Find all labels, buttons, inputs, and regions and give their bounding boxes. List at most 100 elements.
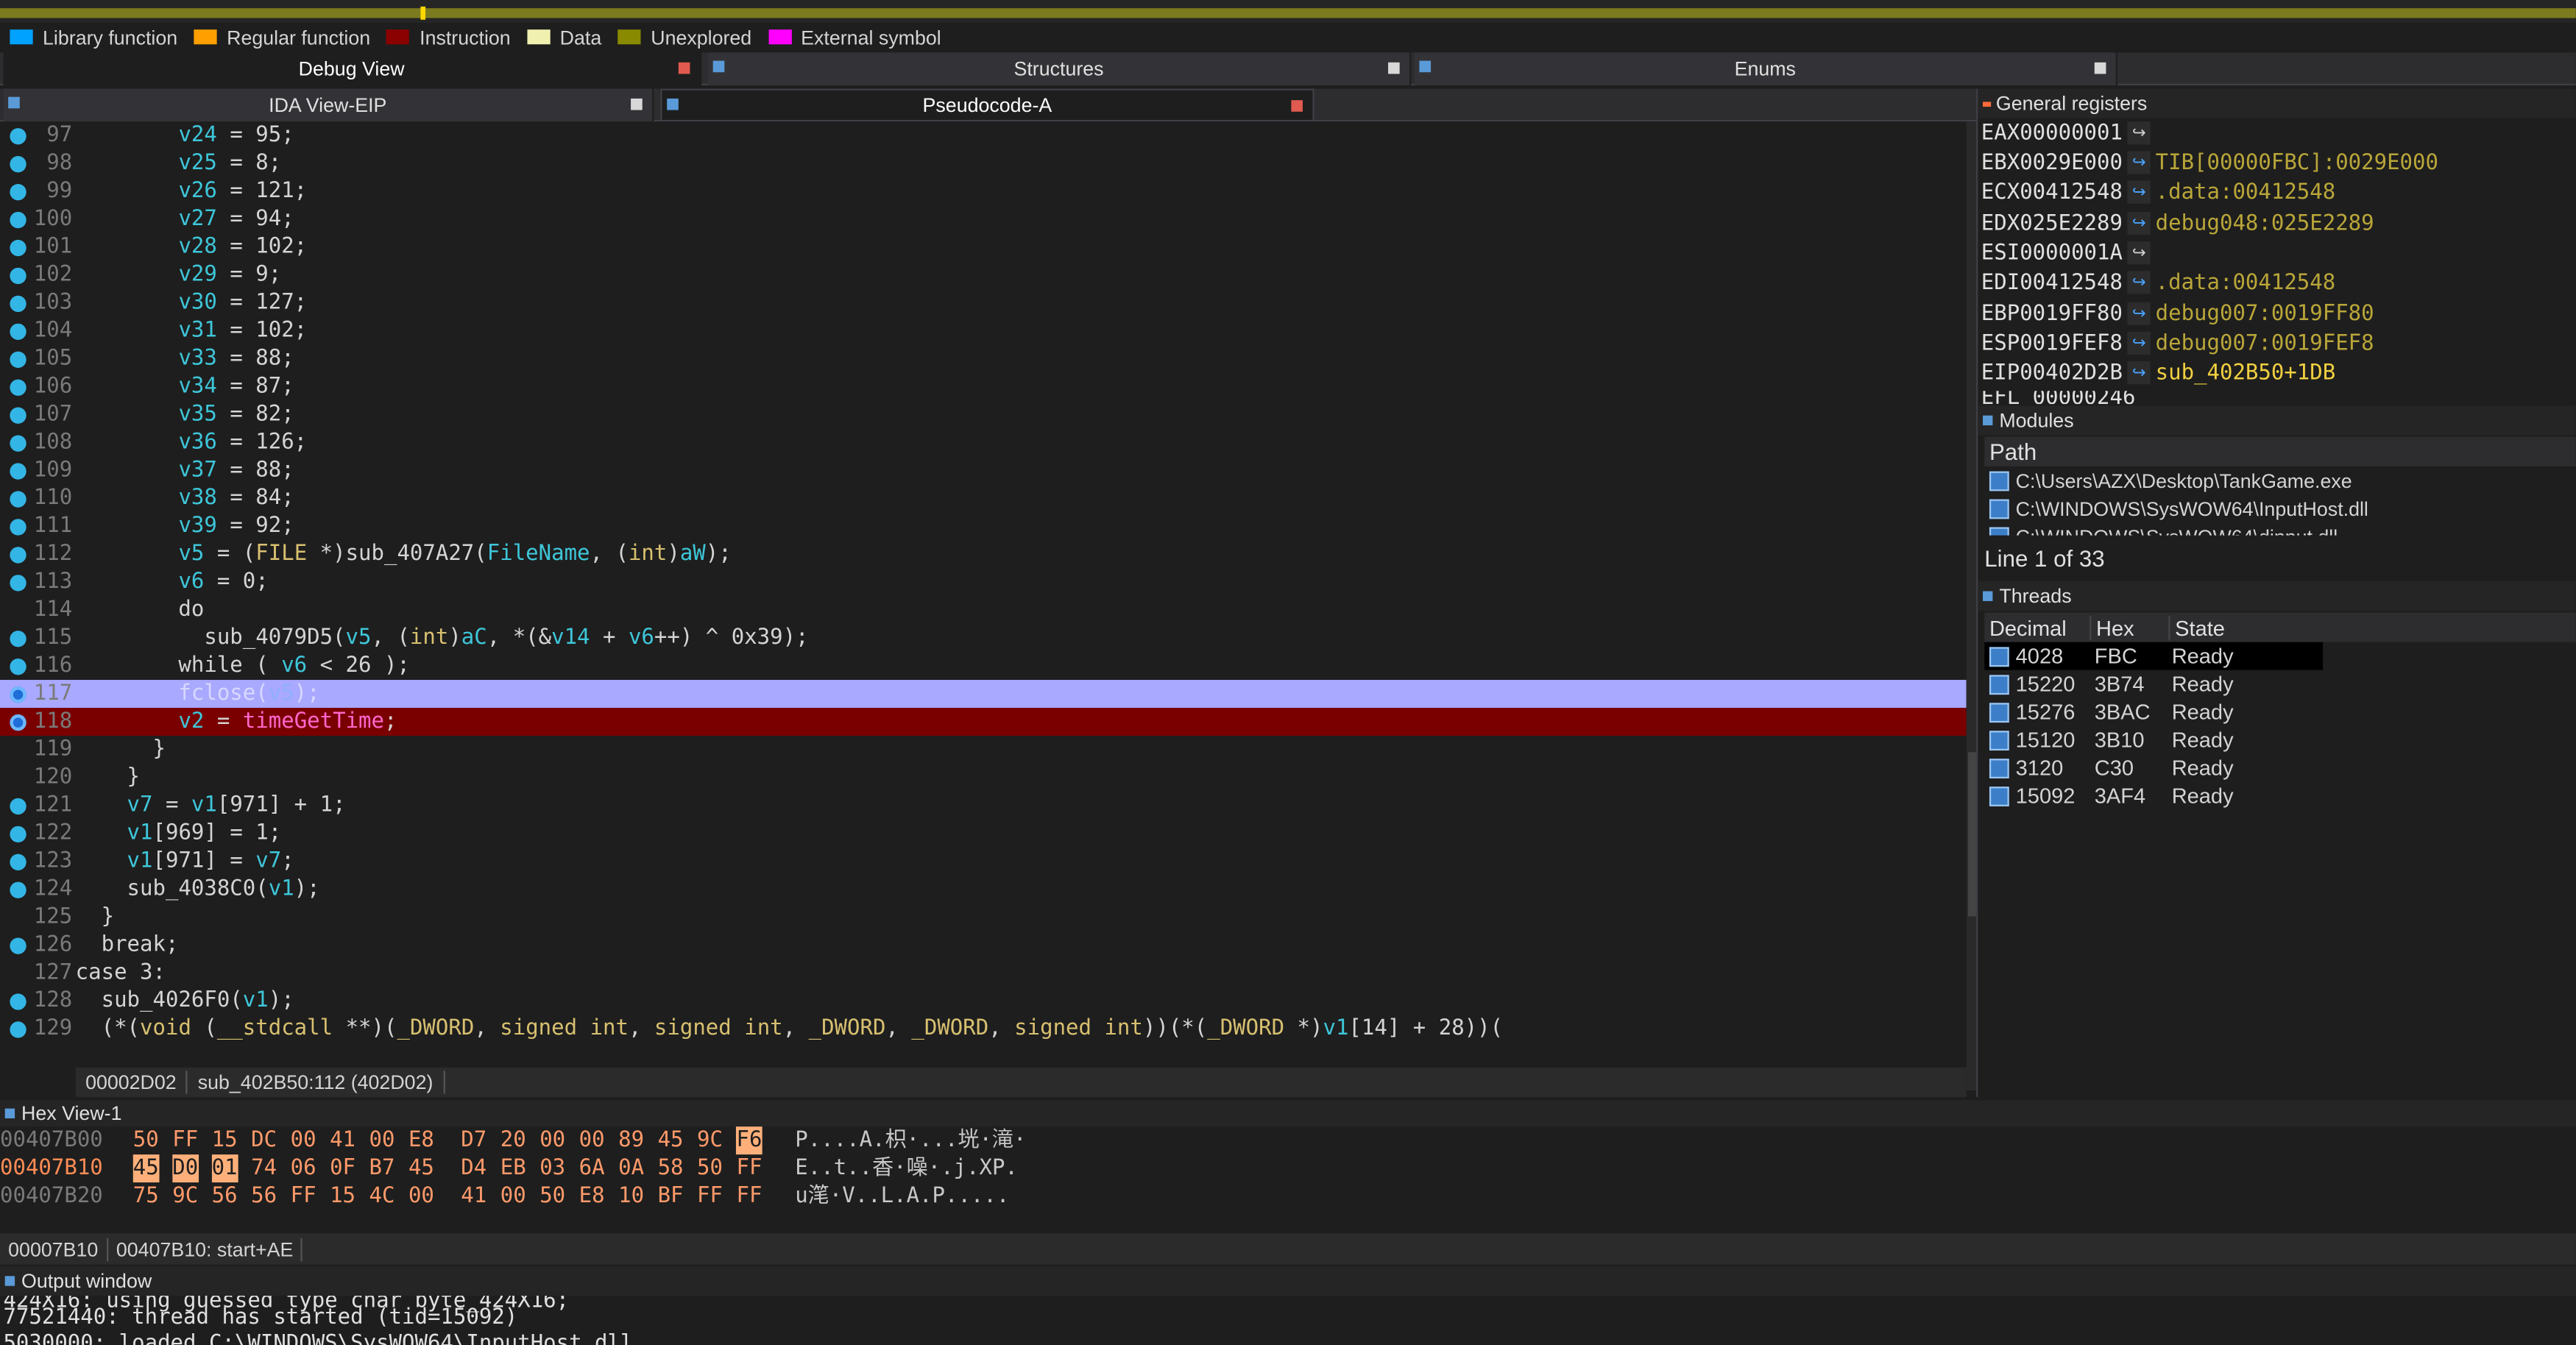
hex-ascii[interactable]: P....A.枳·...垙·滝·	[795, 1126, 1026, 1154]
code-line[interactable]: 113 v6 = 0;	[0, 568, 1967, 596]
code-line[interactable]: 129 (*(void (__stdcall **)(_DWORD, signe…	[0, 1015, 1967, 1043]
code-text[interactable]: v31 = 102;	[76, 317, 308, 345]
code-text[interactable]: v1[971] = v7;	[76, 848, 294, 876]
code-text[interactable]: }	[76, 764, 141, 792]
register-value[interactable]: 00412548	[2020, 180, 2123, 204]
code-text[interactable]: sub_4026F0(v1);	[76, 987, 294, 1015]
breakpoint-dot-icon[interactable]	[10, 631, 26, 647]
code-line[interactable]: 121 v7 = v1[971] + 1;	[0, 792, 1967, 820]
breakpoint-dot-icon[interactable]	[10, 1021, 26, 1038]
hex-byte[interactable]: 15	[330, 1182, 355, 1210]
hex-byte[interactable]: 50	[539, 1182, 565, 1210]
module-path[interactable]: C:\WINDOWS\SysWOW64\InputHost.dll	[2016, 497, 2368, 519]
breakpoint-dot-icon[interactable]	[10, 993, 26, 1010]
register-value[interactable]: 00402D2B	[2020, 361, 2123, 385]
hex-row[interactable]: 00407B00 50 FF 15 DC 00 41 00 E8 D7 20 00 00 89 45 9C F6…	[0, 1126, 1971, 1155]
code-text[interactable]: v28 = 102;	[76, 233, 308, 261]
hex-byte[interactable]: 4C	[369, 1182, 395, 1210]
output-window[interactable]: 424X16: using guessed type char byte_424…	[0, 1296, 2576, 1345]
jump-arrow-icon[interactable]: ↪	[2127, 302, 2151, 325]
thread-row[interactable]: 3120 C30 Ready	[1984, 753, 2576, 781]
hex-byte[interactable]: FF	[291, 1182, 316, 1210]
tab-pseudocode-a[interactable]: Pseudocode-A	[660, 88, 1314, 122]
breakpoint-dot-icon[interactable]	[10, 826, 26, 843]
code-line[interactable]: 118 v2 = timeGetTime;	[0, 707, 1967, 736]
threads-col-hex[interactable]: Hex	[2090, 614, 2168, 640]
module-row[interactable]: C:\Users\AZX\Desktop\TankGame.exe	[1984, 466, 2576, 494]
breakpoint-dot-icon[interactable]	[10, 323, 26, 341]
code-line[interactable]: 99 v26 = 121;	[0, 177, 1967, 205]
hex-byte[interactable]: 45	[408, 1154, 434, 1182]
hex-byte[interactable]: B7	[369, 1154, 395, 1182]
code-text[interactable]: v6 = 0;	[76, 568, 269, 596]
breakpoint-dot-icon[interactable]	[10, 937, 26, 954]
code-line[interactable]: 108 v36 = 126;	[0, 429, 1967, 457]
code-line[interactable]: 117 fclose(v5);	[0, 680, 1967, 708]
breakpoint-dot-icon[interactable]	[10, 407, 26, 424]
code-line[interactable]: 116 while ( v6 < 26 );	[0, 652, 1967, 680]
jump-arrow-icon[interactable]: ↪	[2127, 121, 2151, 145]
thread-row[interactable]: 15120 3B10 Ready	[1984, 726, 2576, 754]
module-row[interactable]: C:\WINDOWS\SysWOW64\InputHost.dll	[1984, 494, 2576, 522]
register-row[interactable]: ECX 00412548 ↪ .data:00412548	[1981, 177, 2576, 207]
breakpoint-dot-icon[interactable]	[10, 881, 26, 898]
code-line[interactable]: 114 do	[0, 596, 1967, 624]
hex-byte[interactable]: 00	[579, 1126, 605, 1154]
breakpoint-dot-icon[interactable]	[10, 128, 26, 145]
code-line[interactable]: 115 sub_4079D5(v5, (int)aC, *(&v14 + v6+…	[0, 624, 1967, 652]
code-line[interactable]: 124 sub_4038C0(v1);	[0, 876, 1967, 904]
register-description[interactable]: TIB[00000FBC]:0029E000	[2156, 150, 2438, 174]
register-row[interactable]: EBP 0019FF80 ↪ debug007:0019FF80	[1981, 299, 2576, 328]
code-text[interactable]: v1[969] = 1;	[76, 820, 282, 848]
hex-byte[interactable]: 00	[539, 1126, 565, 1154]
hex-byte[interactable]: 00	[291, 1126, 316, 1154]
code-line[interactable]: 105 v33 = 88;	[0, 345, 1967, 373]
breakpoint-dot-icon[interactable]	[10, 267, 26, 285]
register-row[interactable]: EDX 025E2289 ↪ debug048:025E2289	[1981, 208, 2576, 238]
register-value[interactable]: 0019FF80	[2020, 302, 2123, 326]
module-row[interactable]: C:\WINDOWS\SysWOW64\dinput.dll	[1984, 522, 2576, 536]
register-value[interactable]: 0019FEF8	[2020, 331, 2123, 355]
breakpoint-dot-icon[interactable]	[10, 519, 26, 536]
thread-row[interactable]: 4028 FBC Ready	[1984, 642, 2324, 670]
close-icon[interactable]	[1291, 100, 1303, 112]
code-text[interactable]: }	[76, 904, 115, 931]
hex-byte[interactable]: 01	[211, 1154, 238, 1183]
hex-byte[interactable]: 00	[500, 1182, 526, 1210]
navigation-band-strip[interactable]	[0, 8, 2576, 18]
jump-arrow-icon[interactable]: ↪	[2127, 151, 2151, 174]
code-text[interactable]: v39 = 92;	[76, 512, 294, 540]
threads-col-decimal[interactable]: Decimal	[1984, 615, 2090, 639]
hex-byte[interactable]: EB	[500, 1154, 526, 1182]
code-text[interactable]: case 3:	[76, 959, 166, 987]
tab-ida-view-eip[interactable]: IDA View-EIP	[3, 88, 654, 122]
register-row[interactable]: EDI 00412548 ↪ .data:00412548	[1981, 268, 2576, 297]
code-text[interactable]: fclose(v5);	[76, 680, 320, 708]
breakpoint-dot-icon[interactable]	[10, 239, 26, 257]
register-description[interactable]: debug048:025E2289	[2156, 211, 2374, 235]
hex-byte[interactable]: 56	[251, 1182, 277, 1210]
code-line[interactable]: 122 v1[969] = 1;	[0, 820, 1967, 848]
threads-list[interactable]: 4028 FBC Ready 15220 3B74 Ready 15276 3BAC Ready…	[1984, 642, 2576, 810]
modules-col-path[interactable]: Path	[1984, 439, 2037, 465]
code-text[interactable]: v24 = 95;	[76, 121, 294, 149]
hex-byte[interactable]: 10	[618, 1182, 644, 1210]
hex-byte[interactable]: 45	[132, 1154, 159, 1183]
code-line[interactable]: 109 v37 = 88;	[0, 456, 1967, 484]
code-text[interactable]: v36 = 126;	[76, 429, 308, 457]
breakpoint-dot-icon[interactable]	[10, 295, 26, 313]
hex-row[interactable]: 00407B10 45 D0 01 74 06 0F B7 45 D4 EB 03 6A 0A 58 50 FF…	[0, 1154, 1971, 1183]
hex-ascii[interactable]: E..t..香·噪·.j.XP.	[795, 1154, 1018, 1182]
hex-byte[interactable]: DC	[251, 1126, 277, 1154]
code-line[interactable]: 111 v39 = 92;	[0, 512, 1967, 540]
breakpoint-dot-icon[interactable]	[10, 379, 26, 396]
register-row[interactable]: EBX 0029E000 ↪ TIB[00000FBC]:0029E000	[1981, 148, 2576, 177]
threads-col-state[interactable]: State	[2168, 614, 2323, 640]
hex-byte[interactable]: FF	[736, 1182, 762, 1210]
hex-byte[interactable]: 03	[539, 1154, 565, 1182]
hex-byte[interactable]: 74	[251, 1154, 277, 1182]
code-line[interactable]: 120 }	[0, 764, 1967, 792]
hex-byte[interactable]: 0A	[618, 1154, 644, 1182]
breakpoint-dot-icon[interactable]	[10, 798, 26, 815]
hex-byte[interactable]: 41	[330, 1126, 355, 1154]
